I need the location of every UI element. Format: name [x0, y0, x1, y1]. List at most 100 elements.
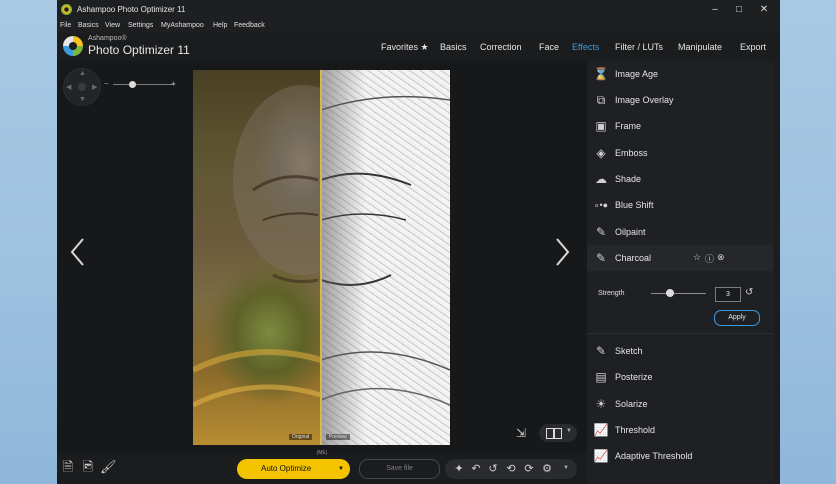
auto-optimize-button[interactable]: Auto Optimize ▼: [237, 459, 350, 479]
effect-label: Frame: [615, 121, 642, 131]
nav-face[interactable]: Face: [539, 42, 559, 52]
chevron-down-icon[interactable]: ▼: [338, 459, 344, 479]
menu-file[interactable]: File: [60, 22, 71, 29]
brand-product: Photo Optimizer 11: [88, 43, 190, 57]
strength-value-input[interactable]: 3: [715, 287, 741, 302]
menu-basics[interactable]: Basics: [78, 22, 99, 29]
undo-all-icon[interactable]: ↺: [485, 461, 501, 477]
pan-left-icon[interactable]: ◀: [66, 83, 71, 91]
zoom-in-icon[interactable]: +: [171, 79, 176, 88]
compare-label: (ME): [316, 450, 328, 456]
effect-label: Image Age: [615, 69, 659, 79]
magic-wand-icon[interactable]: ✦: [451, 461, 467, 477]
frame-icon: ▣: [595, 119, 607, 133]
effect-item-charcoal[interactable]: ✎ Charcoal ☆ ⓘ ⊗: [587, 245, 773, 271]
pan-right-icon[interactable]: ▶: [92, 83, 97, 91]
nav-manipulate[interactable]: Manipulate: [678, 42, 722, 52]
original-image: [193, 70, 321, 445]
effect-label: Threshold: [615, 425, 656, 435]
minimize-button[interactable]: –: [705, 3, 725, 16]
cloud-shade-icon: ☁: [595, 172, 607, 186]
panel-scrollbar[interactable]: [774, 61, 780, 484]
menu-settings[interactable]: Settings: [128, 22, 153, 29]
effect-label: Blue Shift: [615, 200, 654, 210]
zoom-out-icon[interactable]: −: [104, 79, 109, 88]
effect-item-solarize[interactable]: ☀ Solarize: [587, 391, 773, 417]
posterize-icon: ▤: [595, 370, 607, 384]
fit-view-icon[interactable]: ⇲: [513, 425, 529, 441]
effect-item-emboss[interactable]: ◈ Emboss: [587, 140, 773, 166]
effect-item-frame[interactable]: ▣ Frame: [587, 113, 773, 139]
auto-optimize-label: Auto Optimize: [261, 464, 312, 473]
pan-up-icon[interactable]: ▲: [79, 70, 86, 77]
menu-view[interactable]: View: [105, 22, 120, 29]
zoom-slider-thumb[interactable]: [129, 81, 136, 88]
nav-correction[interactable]: Correction: [480, 42, 522, 52]
pencil-icon: ✎: [595, 344, 607, 358]
menu-myashampoo[interactable]: MyAshampoo: [161, 22, 204, 29]
help-icon[interactable]: ⓘ: [705, 252, 714, 265]
pencil-icon: ✎: [595, 251, 607, 265]
nav-export[interactable]: Export: [740, 42, 766, 52]
effect-item-image-age[interactable]: ⌛ Image Age: [587, 61, 773, 87]
apply-button[interactable]: Apply: [714, 310, 760, 326]
effect-label: Image Overlay: [615, 95, 674, 105]
menu-feedback[interactable]: Feedback: [234, 22, 265, 29]
effect-item-oilpaint[interactable]: ✎ Oilpaint: [587, 219, 773, 245]
compare-split-handle[interactable]: [320, 70, 322, 445]
nav-effects[interactable]: Effects: [572, 42, 599, 52]
hourglass-icon: ⌛: [593, 67, 609, 81]
effect-label: Adaptive Threshold: [615, 451, 693, 461]
close-button[interactable]: ✕: [754, 3, 774, 16]
nav-favorites[interactable]: Favorites ★: [381, 42, 429, 53]
app-header: Ashampoo® Photo Optimizer 11 Favorites ★…: [57, 33, 780, 61]
view-mode-selector[interactable]: ▼: [539, 424, 577, 442]
add-file-icon[interactable]: 🗎: [60, 459, 76, 475]
original-caption: Original: [289, 434, 313, 440]
save-file-button[interactable]: Save file: [359, 459, 440, 479]
favorite-star-icon[interactable]: ☆: [693, 252, 701, 263]
menu-bar: File Basics View Settings MyAshampoo Hel…: [57, 19, 780, 33]
previous-image-icon[interactable]: [69, 237, 87, 267]
brush-cleanup-icon[interactable]: 🖌: [100, 459, 117, 475]
maximize-button[interactable]: □: [729, 3, 749, 16]
menu-help[interactable]: Help: [213, 22, 227, 29]
window-title: Ashampoo Photo Optimizer 11: [77, 5, 186, 14]
nav-filter-luts[interactable]: Filter / LUTs: [615, 42, 663, 52]
strength-slider[interactable]: [651, 293, 706, 294]
zoom-slider[interactable]: [113, 84, 175, 85]
pan-navigator[interactable]: ▲ ▼ ◀ ▶: [63, 68, 101, 106]
effect-item-shade[interactable]: ☁ Shade: [587, 166, 773, 192]
divider: [587, 333, 773, 334]
reset-icon[interactable]: ↺: [745, 287, 753, 298]
brand-company: Ashampoo®: [88, 35, 127, 42]
effect-item-blue-shift[interactable]: ∘•● Blue Shift: [587, 192, 773, 218]
preview-caption: Preview: [326, 434, 350, 440]
chevron-down-icon[interactable]: ▼: [563, 465, 569, 471]
effect-item-threshold[interactable]: 📈 Threshold: [587, 417, 773, 443]
rotate-right-icon[interactable]: ⟳: [521, 461, 537, 477]
app-window: Ashampoo Photo Optimizer 11 – □ ✕ File B…: [57, 0, 780, 484]
remove-effect-icon[interactable]: ⊗: [717, 252, 725, 263]
settings-gear-icon[interactable]: ⚙: [539, 461, 555, 477]
strength-slider-thumb[interactable]: [666, 289, 674, 297]
chevron-down-icon: ▼: [566, 428, 572, 434]
next-image-icon[interactable]: [553, 237, 571, 267]
sun-icon: ☀: [595, 397, 607, 411]
emboss-icon: ◈: [596, 146, 606, 160]
effect-label: Posterize: [615, 372, 653, 382]
effect-item-adaptive-threshold[interactable]: 📈 Adaptive Threshold: [587, 443, 773, 469]
rotate-left-icon[interactable]: ⟲: [503, 461, 519, 477]
effect-label: Solarize: [615, 399, 648, 409]
strength-label: Strength: [598, 290, 625, 297]
app-logo-icon: [61, 4, 72, 15]
undo-icon[interactable]: ↶: [468, 461, 484, 477]
add-image-icon[interactable]: 🖻: [80, 459, 96, 475]
nav-basics[interactable]: Basics: [440, 42, 467, 52]
effect-item-sketch[interactable]: ✎ Sketch: [587, 338, 773, 364]
split-shadow: [321, 70, 366, 445]
effect-item-posterize[interactable]: ▤ Posterize: [587, 364, 773, 390]
effect-label: Shade: [615, 174, 642, 184]
effect-item-image-overlay[interactable]: ⧉ Image Overlay: [587, 87, 773, 113]
pan-down-icon[interactable]: ▼: [79, 96, 86, 103]
